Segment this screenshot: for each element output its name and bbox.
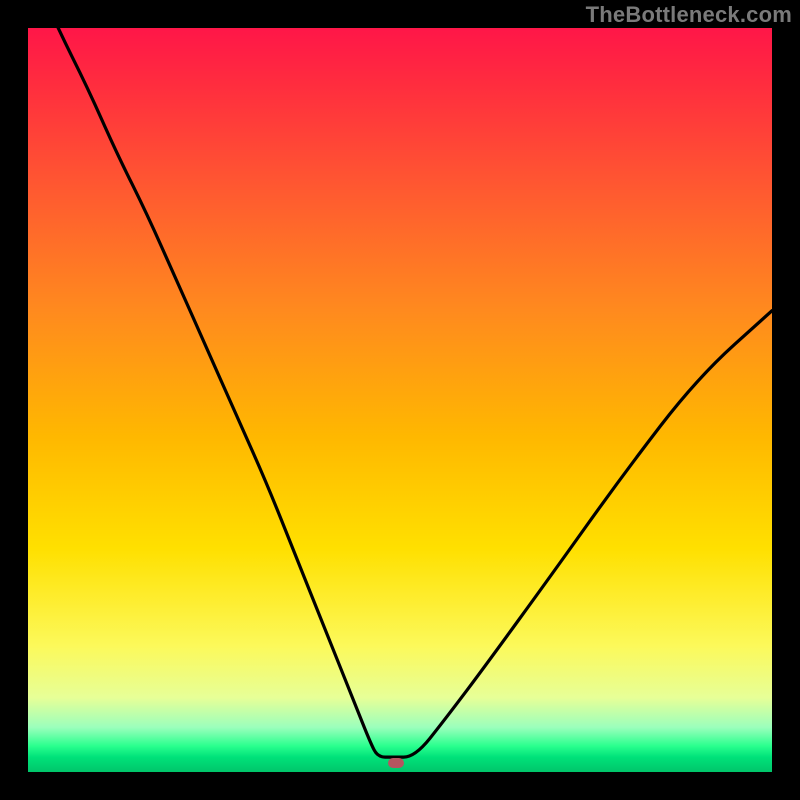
- plot-area: [28, 28, 772, 772]
- bottleneck-curve: [28, 28, 772, 772]
- chart-frame: TheBottleneck.com: [0, 0, 800, 800]
- watermark-text: TheBottleneck.com: [586, 2, 792, 28]
- minimum-marker: [388, 758, 404, 768]
